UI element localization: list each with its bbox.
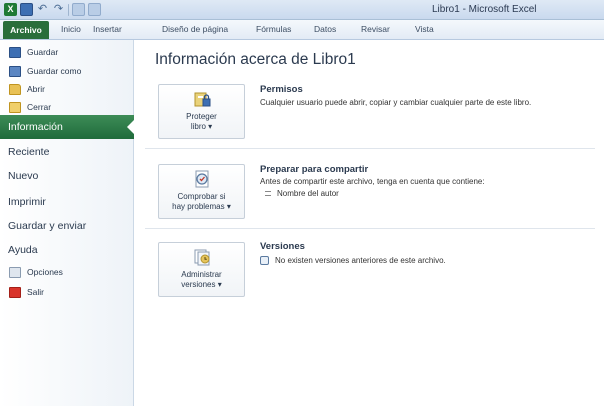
- nav-label: Guardar y enviar: [8, 220, 87, 232]
- versions-icon: [194, 249, 209, 266]
- backstage-nav: Guardar Guardar como Abrir Cerrar Inform…: [0, 40, 135, 406]
- button-label: Administrar versiones ▾: [181, 270, 222, 289]
- tab-inicio[interactable]: Inicio: [61, 24, 81, 34]
- nav-abrir[interactable]: Abrir: [0, 79, 134, 99]
- nav-label: Guardar: [27, 47, 59, 57]
- redo-icon[interactable]: ↷: [52, 3, 65, 16]
- undo-icon[interactable]: ↶: [36, 3, 49, 16]
- nav-salir[interactable]: Salir: [0, 282, 134, 302]
- tab-diseno-pagina[interactable]: Diseño de página: [162, 24, 228, 34]
- tab-revisar[interactable]: Revisar: [361, 24, 390, 34]
- nav-label: Salir: [27, 287, 45, 297]
- button-label: Proteger libro ▾: [186, 112, 217, 131]
- new-document-icon[interactable]: [72, 3, 85, 16]
- section-description-permisos: Cualquier usuario puede abrir, copiar y …: [260, 98, 532, 107]
- tab-archivo[interactable]: Archivo: [3, 21, 49, 39]
- options-icon: [9, 266, 21, 278]
- versions-small-icon: [260, 256, 269, 265]
- nav-label: Nuevo: [8, 170, 39, 182]
- tab-vista[interactable]: Vista: [415, 24, 434, 34]
- exit-icon: [9, 286, 21, 298]
- section-heading-permisos: Permisos: [260, 84, 303, 95]
- nav-opciones[interactable]: Opciones: [0, 262, 134, 282]
- nav-cerrar[interactable]: Cerrar: [0, 97, 134, 117]
- nav-label: Opciones: [27, 267, 63, 277]
- button-label: Comprobar si hay problemas ▾: [172, 192, 231, 211]
- folder-close-icon: [9, 101, 21, 113]
- section-heading-preparar: Preparar para compartir: [260, 164, 369, 175]
- bullet-text: No existen versiones anteriores de este …: [275, 256, 446, 265]
- protect-workbook-button[interactable]: Proteger libro ▾: [158, 84, 245, 139]
- section-heading-versiones: Versiones: [260, 241, 305, 252]
- folder-open-icon: [9, 83, 21, 95]
- bullet-text: Nombre del autor: [277, 189, 339, 198]
- section-description-preparar: Antes de compartir este archivo, tenga e…: [260, 177, 485, 186]
- nav-informacion[interactable]: Información: [0, 115, 135, 139]
- divider: [145, 148, 595, 149]
- nav-guardar-como[interactable]: Guardar como: [0, 61, 134, 81]
- nav-nuevo[interactable]: Nuevo: [0, 164, 134, 188]
- open-icon[interactable]: [88, 3, 101, 16]
- excel-app-icon[interactable]: X: [4, 3, 17, 16]
- quick-access-toolbar: X ↶ ↷: [4, 3, 101, 16]
- nav-imprimir[interactable]: Imprimir: [0, 190, 134, 214]
- nav-label: Ayuda: [8, 244, 38, 256]
- divider: [145, 228, 595, 229]
- nav-label: Cerrar: [27, 102, 52, 112]
- toolbar-separator: [68, 3, 69, 16]
- tab-datos[interactable]: Datos: [314, 24, 336, 34]
- ribbon-tabs: Archivo Inicio Insertar Diseño de página…: [0, 20, 604, 40]
- manage-versions-button[interactable]: Administrar versiones ▾: [158, 242, 245, 297]
- lock-key-icon: [194, 92, 210, 107]
- tab-formulas[interactable]: Fórmulas: [256, 24, 291, 34]
- check-issues-button[interactable]: Comprobar si hay problemas ▾: [158, 164, 245, 219]
- nav-label: Información: [8, 121, 63, 133]
- tab-insertar[interactable]: Insertar: [93, 24, 122, 34]
- nav-label: Guardar como: [27, 66, 82, 76]
- save-as-icon: [9, 65, 21, 77]
- bullet-icon: [265, 191, 271, 196]
- info-panel: Información acerca de Libro1 Proteger li…: [135, 40, 604, 406]
- inspect-document-icon: [195, 170, 208, 188]
- title-bar: X ↶ ↷ Libro1 - Microsoft Excel: [0, 0, 604, 20]
- nav-label: Abrir: [27, 84, 45, 94]
- save-icon: [9, 46, 21, 58]
- window-title: Libro1 - Microsoft Excel: [432, 4, 537, 15]
- nav-reciente[interactable]: Reciente: [0, 140, 134, 164]
- nav-ayuda[interactable]: Ayuda: [0, 238, 134, 262]
- nav-guardar[interactable]: Guardar: [0, 42, 134, 62]
- list-item: Nombre del autor: [265, 189, 339, 198]
- nav-label: Imprimir: [8, 196, 46, 208]
- nav-guardar-y-enviar[interactable]: Guardar y enviar: [0, 214, 134, 238]
- page-title: Información acerca de Libro1: [155, 51, 356, 68]
- save-icon[interactable]: [20, 3, 33, 16]
- nav-label: Reciente: [8, 146, 50, 158]
- list-item: No existen versiones anteriores de este …: [260, 256, 446, 265]
